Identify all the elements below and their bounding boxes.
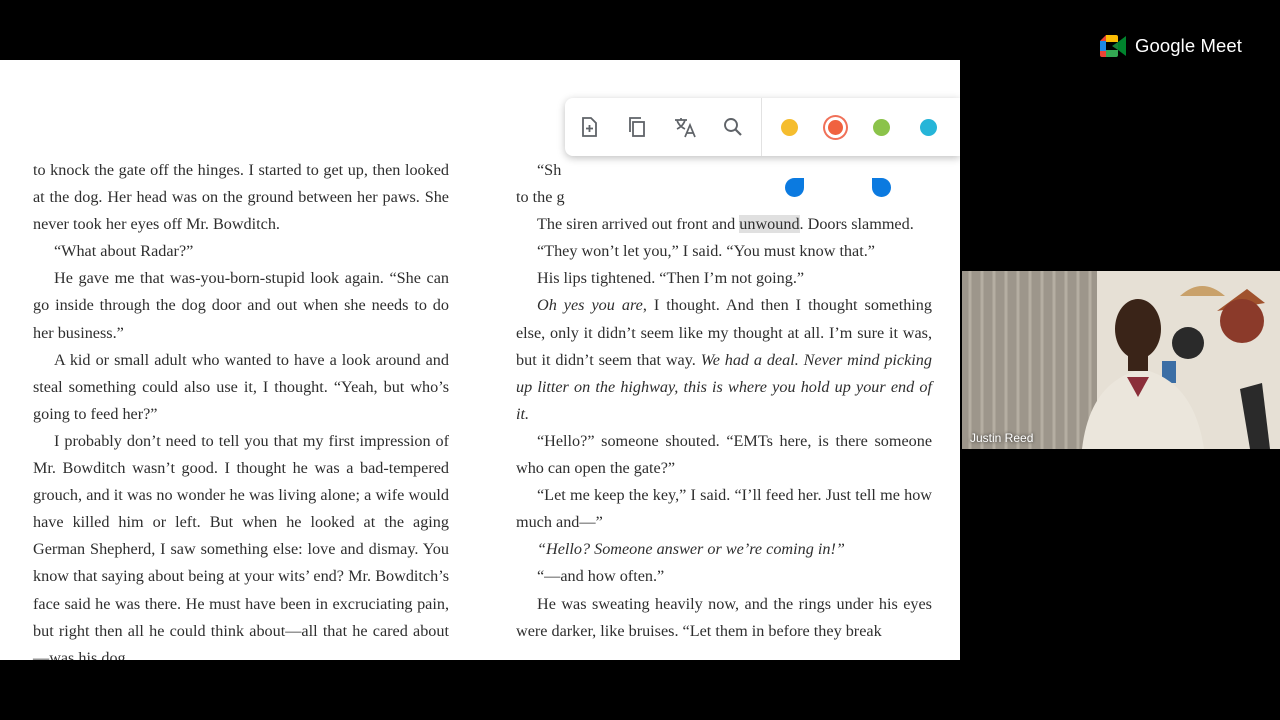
selection-start-handle[interactable] <box>785 178 804 197</box>
text-segment: . Doors slammed. <box>799 215 914 234</box>
highlight-green-button[interactable] <box>873 118 890 136</box>
text-segment: to knock the gate off the hinges. I star… <box>33 161 449 234</box>
search-icon <box>724 118 742 136</box>
text-segment: I probably don’t need to tell you that m… <box>33 431 449 660</box>
paragraph: He gave me that was-you-born-stupid look… <box>33 265 449 346</box>
highlight-yellow-button[interactable] <box>781 118 798 136</box>
text-segment: “Hello?” someone shouted. “EMTs here, is… <box>516 431 932 478</box>
toolbar-divider <box>761 98 762 156</box>
translate-button[interactable] <box>661 98 709 156</box>
text-segment: A kid or small adult who wanted to have … <box>33 350 449 423</box>
paragraph: His lips tightened. “Then I’m not going.… <box>516 265 932 292</box>
paragraph: “What about Radar?” <box>33 238 449 265</box>
text-segment: “What about Radar?” <box>54 242 194 261</box>
participant-name: Justin Reed <box>970 431 1034 445</box>
right-page[interactable]: “Sh to the g The siren arrived out front a… <box>516 157 932 645</box>
text-segment: He gave me that was-you-born-stupid look… <box>33 269 449 342</box>
selection-toolbar <box>565 98 960 156</box>
paragraph: He was sweating heavily now, and the rin… <box>516 591 932 645</box>
text-segment: “Let me keep the key,” I said. “I’ll fee… <box>516 486 932 532</box>
text-segment: His lips tightened. “Then I’m not going.… <box>537 269 805 288</box>
copy-button[interactable] <box>613 98 661 156</box>
text-segment: “They won’t let you,” I said. “You must … <box>537 242 875 261</box>
text-segment: The siren arrived out front and <box>537 215 740 234</box>
paragraph: The siren arrived out front and unwound.… <box>516 211 932 238</box>
text-segment: to the g <box>516 188 565 207</box>
left-page[interactable]: to knock the gate off the hinges. I star… <box>33 157 449 660</box>
paragraph: A kid or small adult who wanted to have … <box>33 347 449 428</box>
selection-end-handle[interactable] <box>872 178 891 197</box>
paragraph: “Hello?” someone shouted. “EMTs here, is… <box>516 428 932 482</box>
paragraph: “Let me keep the key,” I said. “I’ll fee… <box>516 482 932 536</box>
paragraph: “They won’t let you,” I said. “You must … <box>516 238 932 265</box>
paragraph: “Sh <box>516 157 932 184</box>
highlight-color-group <box>766 118 952 136</box>
text-segment: Oh yes you are <box>537 296 643 315</box>
text-segment: “Sh <box>537 161 562 179</box>
paragraph: Oh yes you are, I thought. And then I th… <box>516 292 932 427</box>
translate-icon <box>675 118 696 138</box>
text-segment: He was sweating heavily now, and the rin… <box>516 594 932 640</box>
search-button[interactable] <box>709 98 757 156</box>
highlight-blue-button[interactable] <box>920 118 937 136</box>
paragraph: “—and how often.” <box>516 563 932 590</box>
paragraph: to the g <box>516 184 932 211</box>
google-meet-logo: Google Meet <box>1100 35 1242 57</box>
text-segment: “Hello? Someone answer or we’re coming i… <box>537 540 845 559</box>
participant-video-image <box>962 271 1280 449</box>
participant-video-tile[interactable]: Justin Reed <box>962 271 1280 449</box>
copy-icon <box>629 117 645 137</box>
paragraph: “Hello? Someone answer or we’re coming i… <box>516 536 932 563</box>
add-note-button[interactable] <box>565 98 613 156</box>
paragraph: I probably don’t need to tell you that m… <box>33 428 449 660</box>
add-note-icon <box>582 117 597 137</box>
text-segment: “—and how often.” <box>537 567 665 586</box>
meet-icon <box>1100 35 1126 57</box>
highlight-red-button[interactable] <box>828 119 843 135</box>
paragraph: to knock the gate off the hinges. I star… <box>33 157 449 238</box>
selected-text: unwound <box>739 215 800 234</box>
app-name: Google Meet <box>1135 35 1243 56</box>
screen-share: to knock the gate off the hinges. I star… <box>0 0 960 720</box>
